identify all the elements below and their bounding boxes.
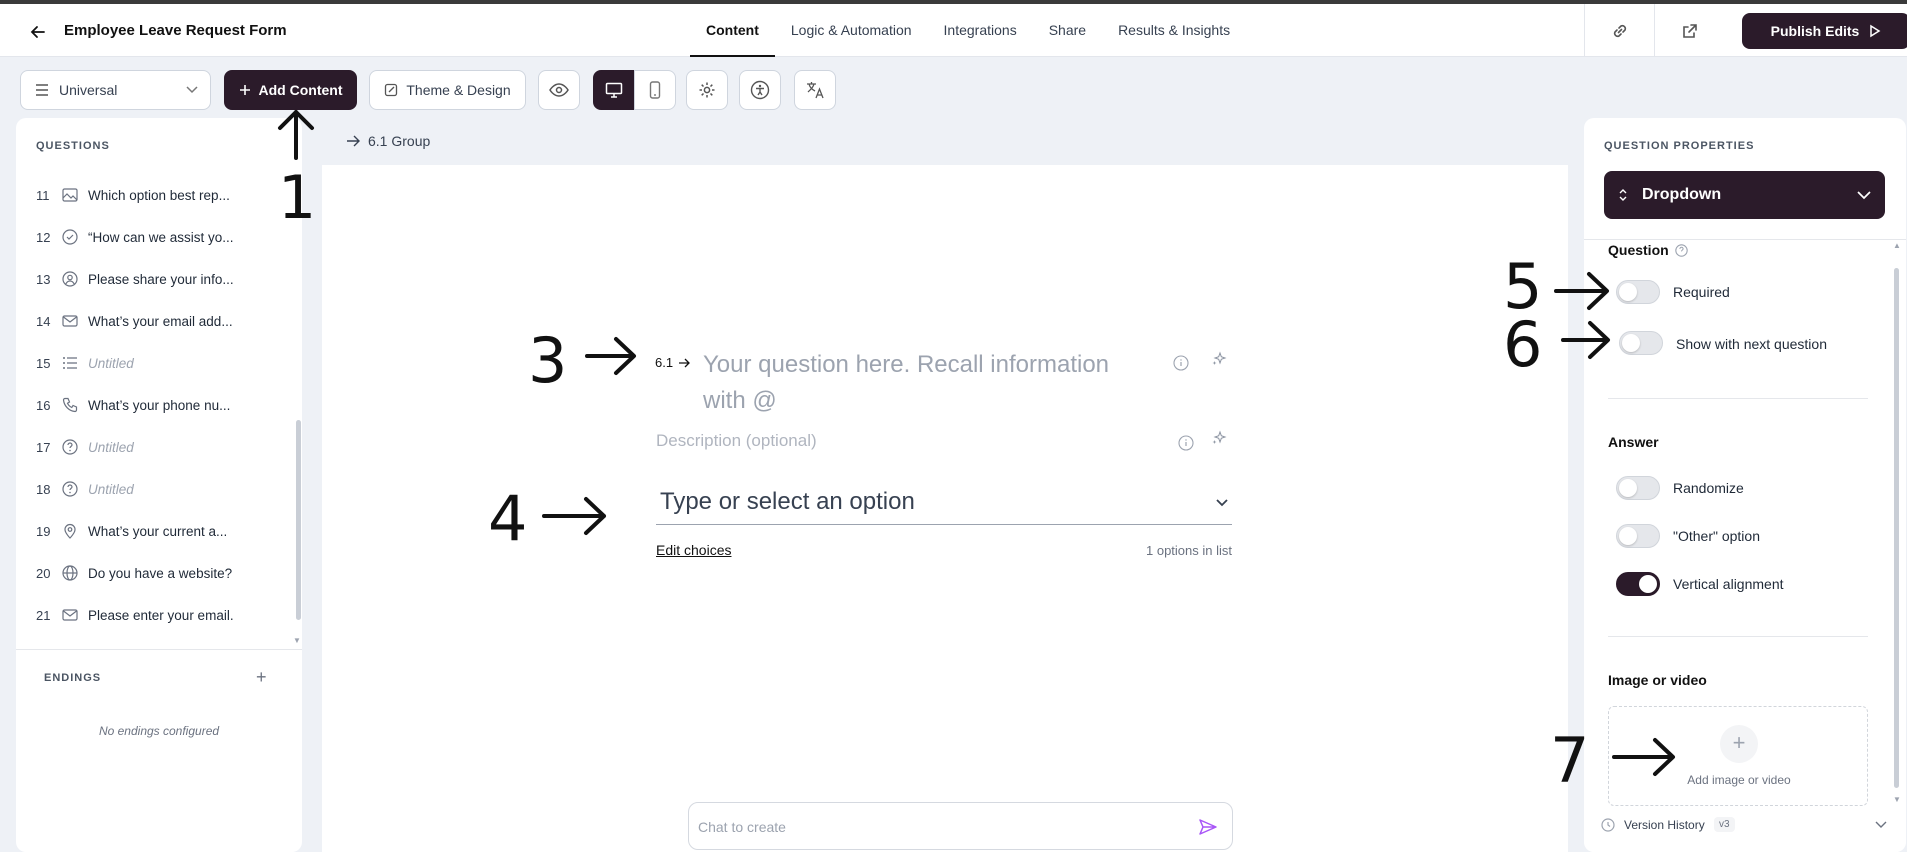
annotation-arrow-6	[1561, 321, 1610, 359]
annotation-arrow-7	[1612, 738, 1675, 776]
annotation-arrow-4	[542, 497, 606, 535]
annotation-arrows	[278, 110, 1675, 776]
annotation-number-7: 7	[1550, 724, 1590, 797]
annotation-arrow-3	[585, 337, 636, 375]
annotation-number-1: 1	[278, 163, 317, 233]
annotation-arrow-1	[278, 110, 314, 160]
annotation-number-6: 6	[1503, 308, 1543, 381]
annotation-number-3: 3	[528, 324, 568, 397]
annotation-number-4: 4	[488, 482, 528, 555]
annotation-arrow-5	[1554, 272, 1609, 310]
